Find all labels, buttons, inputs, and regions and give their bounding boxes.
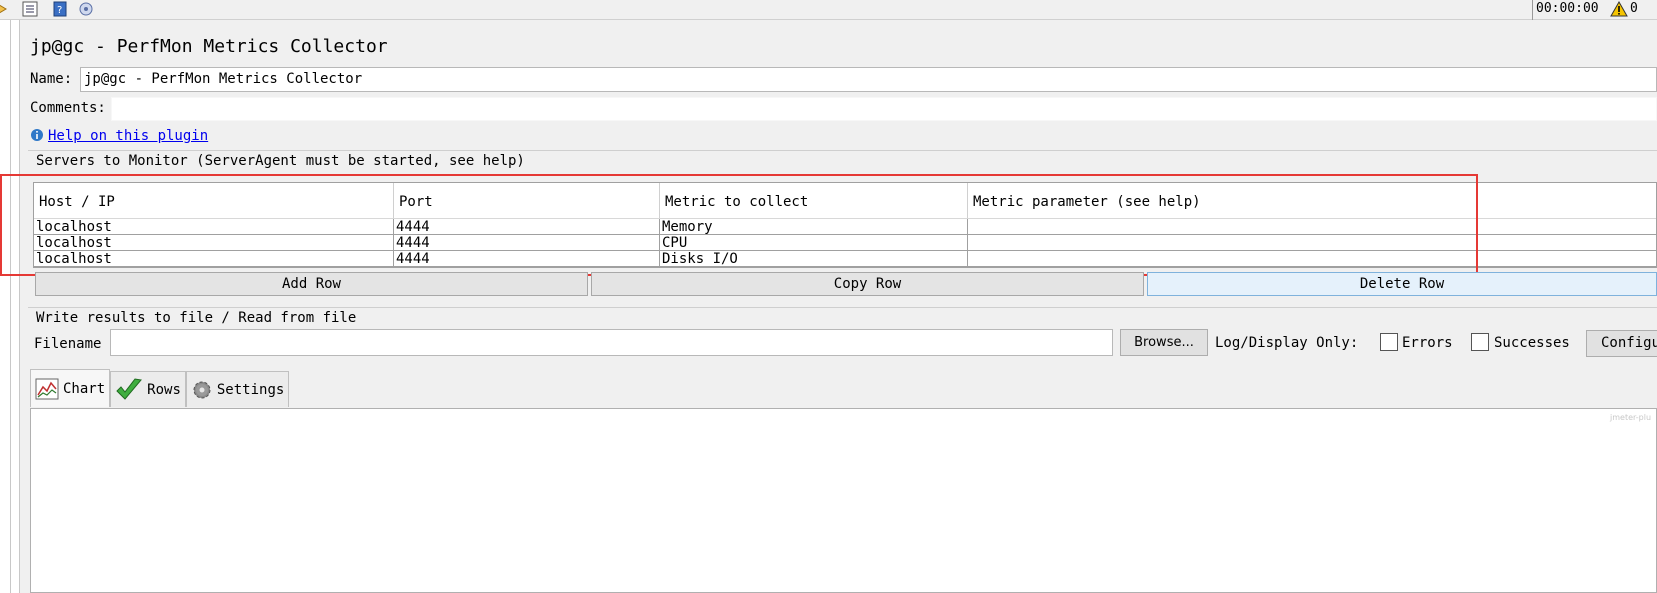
cell-metric[interactable]: Disks I/O bbox=[660, 251, 968, 266]
gear-icon bbox=[193, 381, 211, 398]
chart-panel bbox=[30, 408, 1657, 593]
svg-text:?: ? bbox=[57, 5, 62, 16]
tab-bar: Chart Rows Settings bbox=[30, 369, 290, 407]
comments-field[interactable] bbox=[111, 97, 1657, 121]
successes-label[interactable]: Successes bbox=[1494, 335, 1570, 351]
filename-label: Filename bbox=[34, 336, 102, 352]
group-border bbox=[28, 150, 1657, 151]
group-border bbox=[28, 307, 1657, 308]
cell-host[interactable]: localhost bbox=[34, 235, 394, 250]
help-book-icon[interactable]: ? bbox=[52, 1, 68, 17]
tab-chart-label: Chart bbox=[63, 380, 106, 397]
errors-label[interactable]: Errors bbox=[1402, 335, 1453, 351]
table-row[interactable]: localhost 4444 Disks I/O bbox=[34, 251, 1656, 267]
chart-watermark: jmeter-plu bbox=[1610, 413, 1652, 422]
cell-metric[interactable]: Memory bbox=[660, 219, 968, 234]
row-buttons: Add Row Copy Row Delete Row bbox=[35, 272, 1657, 296]
warning-count: 0 bbox=[1630, 1, 1638, 16]
tab-chart[interactable]: Chart bbox=[30, 369, 111, 407]
column-header-metric[interactable]: Metric to collect bbox=[660, 183, 968, 218]
remote-icon[interactable] bbox=[78, 1, 94, 17]
column-header-port[interactable]: Port bbox=[394, 183, 660, 218]
successes-checkbox[interactable] bbox=[1471, 333, 1489, 351]
cell-parameter[interactable] bbox=[968, 219, 1656, 234]
cell-host[interactable]: localhost bbox=[34, 219, 394, 234]
cell-host[interactable]: localhost bbox=[34, 251, 394, 266]
table-row[interactable]: localhost 4444 Memory bbox=[34, 219, 1656, 235]
cell-parameter[interactable] bbox=[968, 235, 1656, 250]
list-icon[interactable] bbox=[22, 1, 38, 17]
toolbar: ? 00:00:00 0 bbox=[0, 0, 1657, 20]
warning-icon[interactable] bbox=[1610, 0, 1628, 21]
table-header: Host / IP Port Metric to collect Metric … bbox=[34, 183, 1656, 219]
tab-rows[interactable]: Rows bbox=[110, 371, 186, 407]
filename-field[interactable] bbox=[110, 329, 1113, 356]
cell-port[interactable]: 4444 bbox=[394, 235, 660, 250]
log-display-label: Log/Display Only: bbox=[1215, 335, 1359, 351]
help-link[interactable]: Help on this plugin bbox=[48, 128, 208, 144]
column-header-parameter[interactable]: Metric parameter (see help) bbox=[968, 183, 1656, 218]
line-chart-icon bbox=[35, 378, 59, 399]
tab-settings-label: Settings bbox=[216, 381, 285, 398]
page-title: jp@gc - PerfMon Metrics Collector bbox=[30, 36, 388, 57]
tab-settings[interactable]: Settings bbox=[185, 371, 290, 407]
comments-label: Comments: bbox=[30, 100, 106, 116]
help-row: Help on this plugin bbox=[30, 128, 208, 144]
table-row[interactable]: localhost 4444 CPU bbox=[34, 235, 1656, 251]
name-label: Name: bbox=[30, 71, 73, 87]
cell-parameter[interactable] bbox=[968, 251, 1656, 266]
name-field[interactable]: jp@gc - PerfMon Metrics Collector bbox=[80, 67, 1657, 92]
servers-table: Host / IP Port Metric to collect Metric … bbox=[33, 182, 1657, 268]
errors-checkbox[interactable] bbox=[1380, 333, 1398, 351]
cell-metric[interactable]: CPU bbox=[660, 235, 968, 250]
play-icon[interactable] bbox=[0, 1, 10, 17]
delete-row-button[interactable]: Delete Row bbox=[1147, 272, 1657, 296]
add-row-button[interactable]: Add Row bbox=[35, 272, 588, 296]
configure-button[interactable]: Configure bbox=[1586, 330, 1657, 357]
checkmark-icon bbox=[116, 377, 143, 400]
column-header-host[interactable]: Host / IP bbox=[34, 183, 394, 218]
cell-port[interactable]: 4444 bbox=[394, 219, 660, 234]
elapsed-timer: 00:00:00 bbox=[1532, 0, 1599, 20]
servers-group-title: Servers to Monitor (ServerAgent must be … bbox=[36, 153, 525, 169]
browse-button[interactable]: Browse... bbox=[1120, 329, 1208, 356]
cell-port[interactable]: 4444 bbox=[394, 251, 660, 266]
file-group-title: Write results to file / Read from file bbox=[36, 310, 357, 326]
splitter[interactable] bbox=[10, 20, 11, 593]
info-icon bbox=[31, 129, 43, 141]
copy-row-button[interactable]: Copy Row bbox=[591, 272, 1144, 296]
tab-rows-label: Rows bbox=[147, 381, 181, 398]
